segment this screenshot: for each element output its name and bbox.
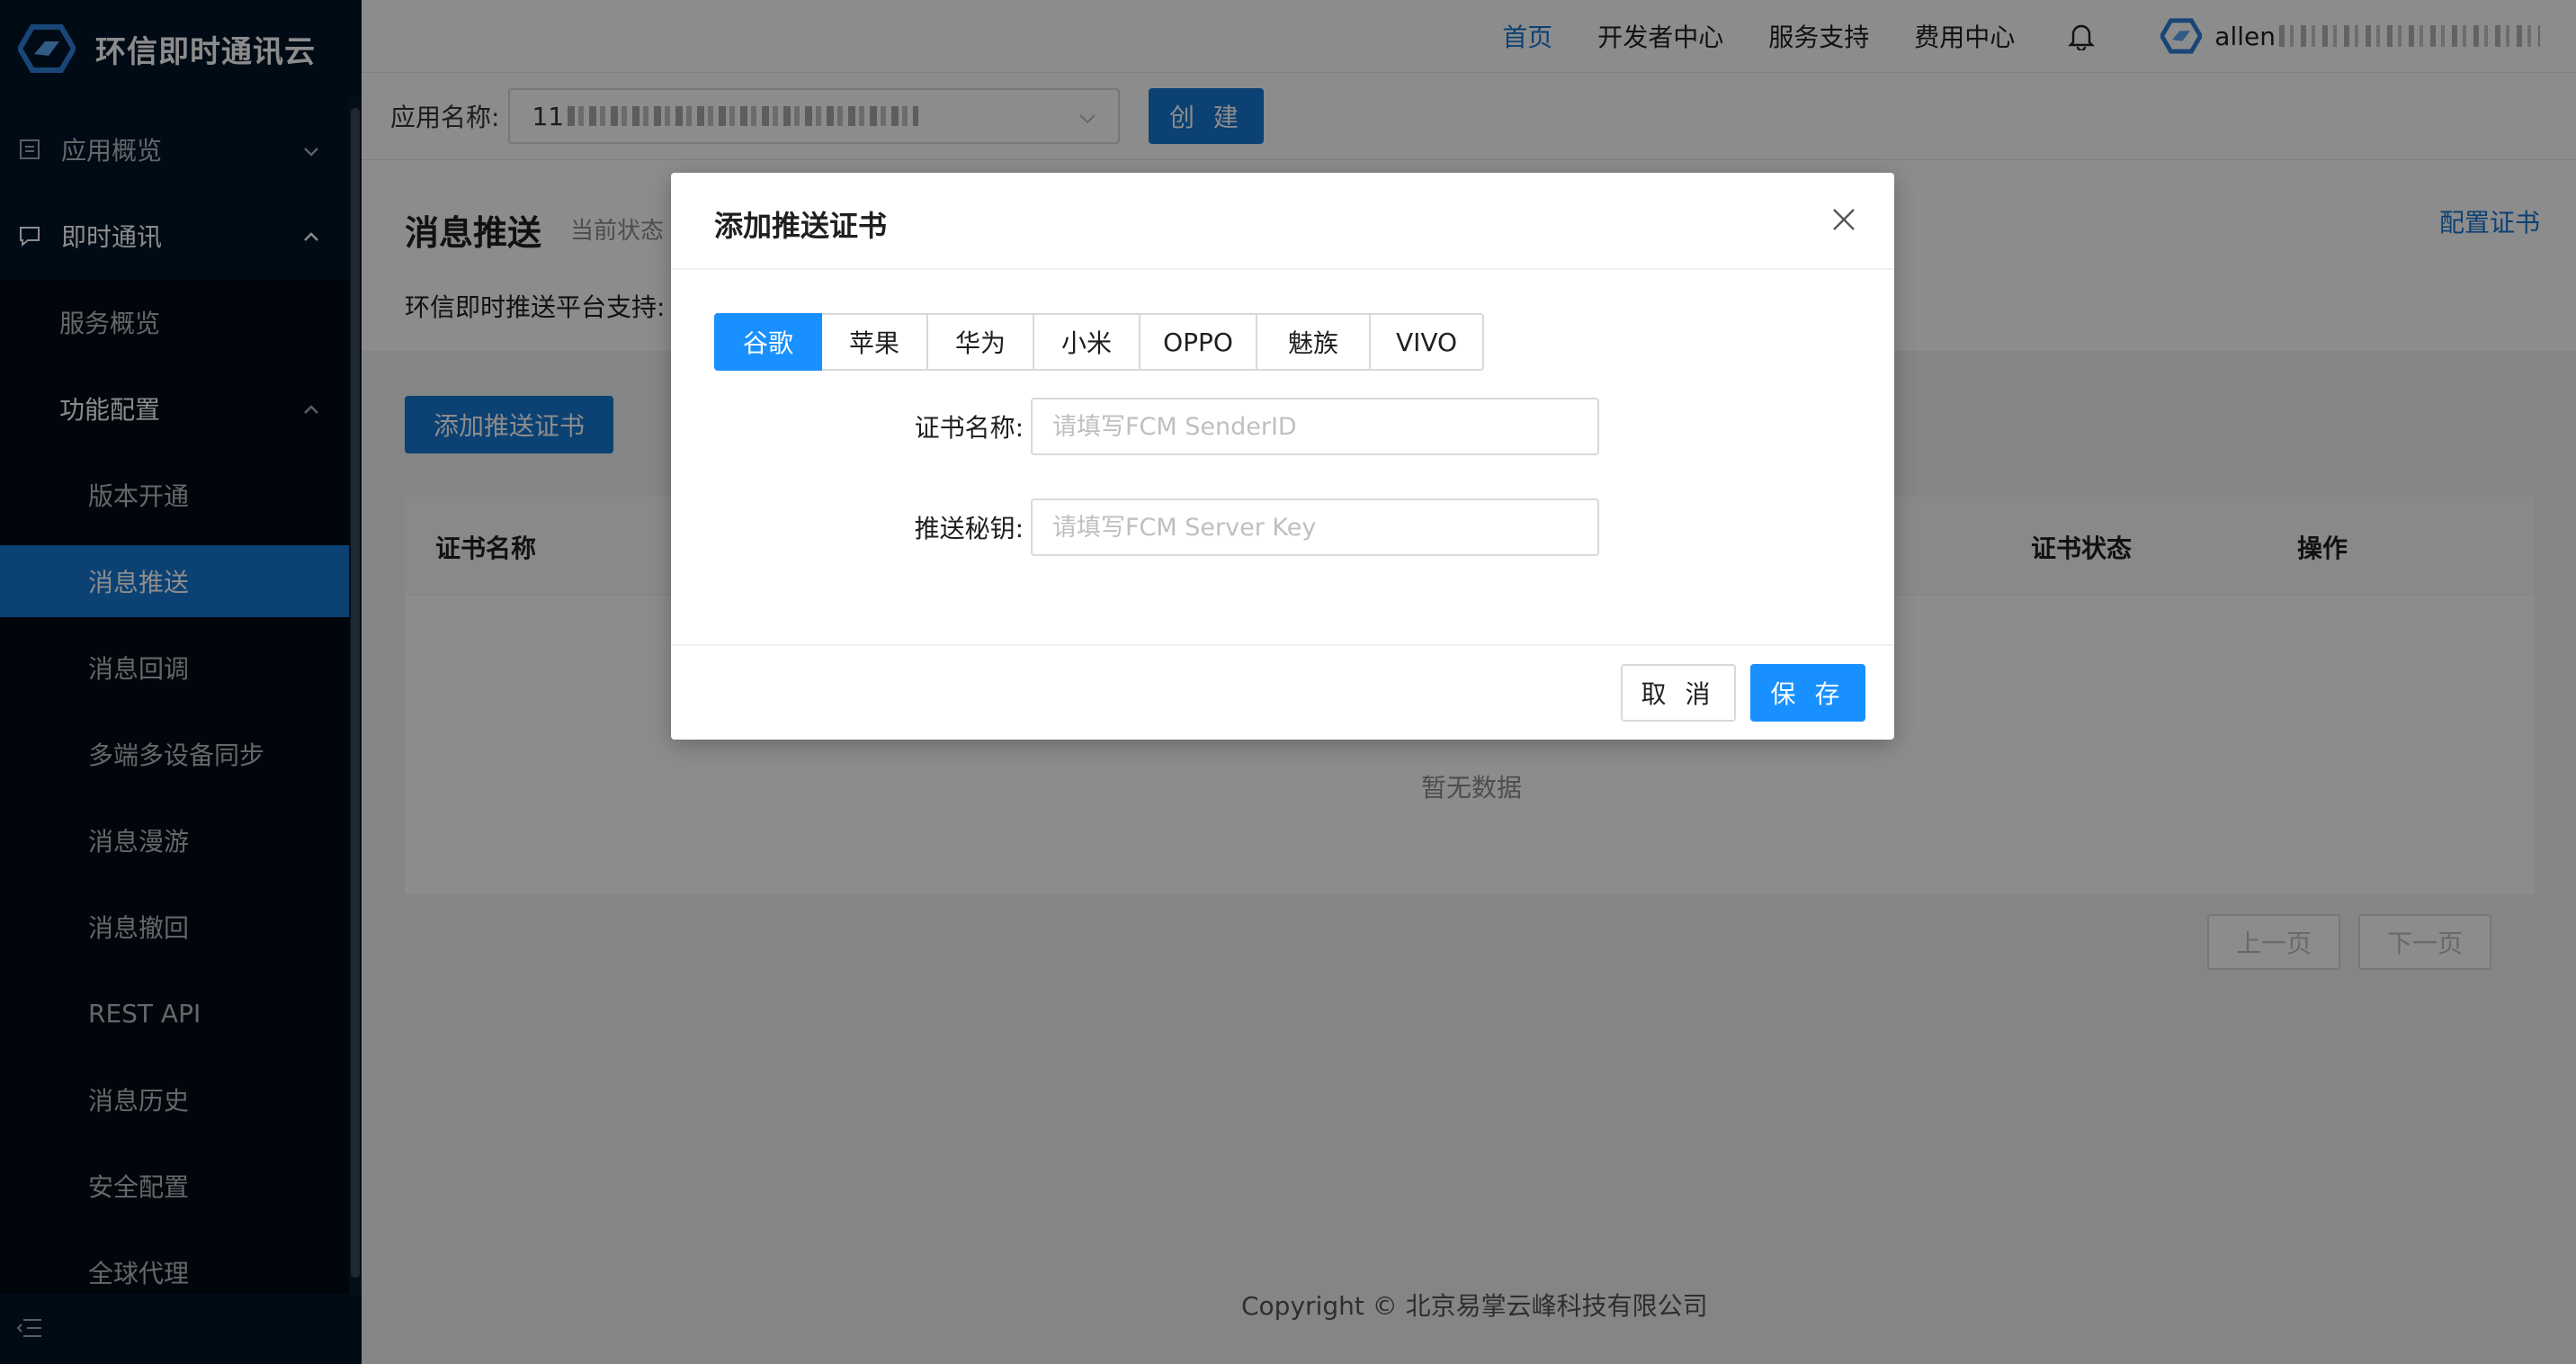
close-icon[interactable]	[1829, 205, 1858, 234]
tab-huawei[interactable]: 华为	[926, 313, 1034, 371]
add-push-cert-modal: 添加推送证书 谷歌 苹果 华为 小米 OPPO 魅族 VIVO 证书名称: 推送…	[671, 173, 1894, 740]
save-button[interactable]: 保 存	[1750, 664, 1865, 722]
push-secret-row: 推送秘钥:	[671, 498, 1599, 556]
push-secret-label: 推送秘钥:	[914, 514, 1024, 543]
tab-meizu[interactable]: 魅族	[1256, 313, 1371, 371]
tab-oppo[interactable]: OPPO	[1139, 313, 1257, 371]
tab-vivo[interactable]: VIVO	[1369, 313, 1484, 371]
push-platform-tabs: 谷歌 苹果 华为 小米 OPPO 魅族 VIVO	[714, 313, 1484, 371]
cert-name-row: 证书名称:	[671, 398, 1599, 455]
tab-xiaomi[interactable]: 小米	[1033, 313, 1140, 371]
push-secret-input[interactable]	[1031, 498, 1599, 556]
cancel-button[interactable]: 取 消	[1621, 664, 1736, 722]
tab-google[interactable]: 谷歌	[714, 313, 822, 371]
modal-header: 添加推送证书	[671, 173, 1894, 270]
tab-apple[interactable]: 苹果	[820, 313, 928, 371]
modal-footer: 取 消 保 存	[671, 644, 1894, 740]
modal-title: 添加推送证书	[714, 209, 888, 243]
cert-name-label: 证书名称:	[914, 413, 1024, 443]
cert-name-input[interactable]	[1031, 398, 1599, 455]
